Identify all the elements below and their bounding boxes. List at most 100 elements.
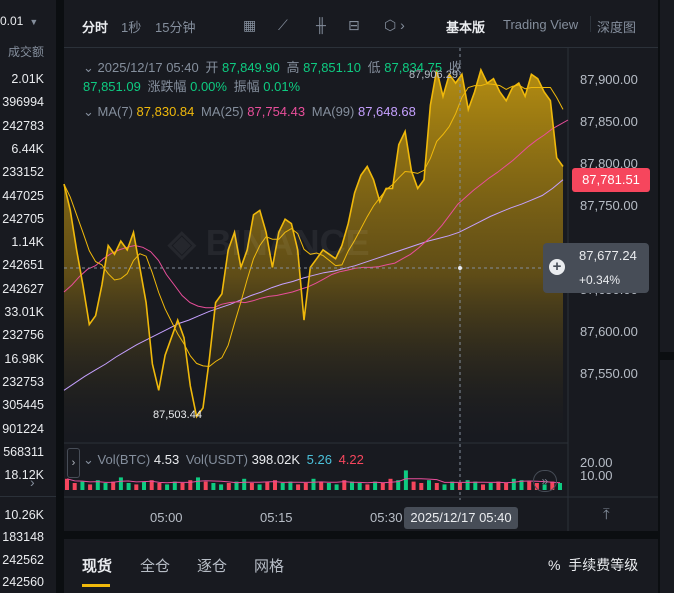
vol-usdt-label: Vol(USDT) (185, 452, 248, 467)
volume-bar (296, 484, 301, 490)
low-label: 低 (367, 60, 381, 75)
right-panel-edge (660, 0, 674, 352)
add-alert-icon[interactable]: + (549, 259, 565, 275)
volume-bar (226, 483, 231, 490)
volume-bar (357, 483, 362, 490)
volume-bar (380, 483, 385, 490)
volume-bar (527, 481, 532, 490)
crosshair-price: 87,677.24 (579, 248, 637, 263)
tab-spot[interactable]: 现货 (82, 555, 112, 576)
price-axis-label: 87,850.00 (580, 114, 638, 129)
right-gutter (658, 0, 674, 593)
fee-level-label: 手续费等级 (568, 557, 639, 573)
volume-bar (157, 483, 162, 490)
price-axis-label: 87,900.00 (580, 72, 638, 87)
expand-button[interactable]: › (67, 448, 80, 478)
price-axis-label: 87,550.00 (580, 366, 638, 381)
volume-bar (373, 481, 378, 490)
ma-info-line: ⌄ MA(7) 87,830.84 MA(25) 87,754.43 MA(99… (83, 104, 416, 120)
vol-ma1-value: 5.26 (306, 452, 332, 467)
volume-bar (249, 483, 254, 490)
volume-bar (511, 478, 516, 490)
volume-bar (280, 483, 285, 490)
price-axis-label: 87,750.00 (580, 198, 638, 213)
watermark-logo: ◈ BINANCE (167, 222, 370, 263)
tab-cross[interactable]: 全仓 (140, 555, 170, 576)
collapse-icon[interactable]: ⌄ (83, 60, 94, 75)
close-value: 87,851.09 (83, 79, 141, 94)
volume-bar (103, 483, 108, 490)
change-value: 0.00% (190, 79, 227, 94)
ma7-label: MA(7) (97, 104, 133, 119)
price-axis-label: 87,600.00 (580, 324, 638, 339)
volume-bar (326, 483, 331, 490)
vol-ma2-value: 4.22 (338, 452, 364, 467)
volume-bar (311, 478, 316, 490)
volume-bar (319, 481, 324, 490)
ma99-value: 87,648.68 (357, 104, 416, 119)
ma99-label: MA(99) (311, 104, 355, 119)
time-axis-label: 05:15 (260, 510, 293, 525)
volume-bar (488, 483, 493, 490)
volume-bar (419, 483, 424, 490)
volume-bar (388, 478, 393, 490)
volume-bar (72, 483, 77, 490)
right-panel-edge (660, 360, 674, 593)
volume-bar (219, 484, 224, 490)
volume-bar (80, 481, 85, 490)
crosshair-dot (458, 266, 462, 270)
fit-screen-icon[interactable]: ⤒ (603, 506, 610, 523)
percent-icon: % (548, 557, 561, 573)
volume-bar (180, 483, 185, 490)
volume-bar (365, 484, 370, 490)
fee-level-link[interactable]: % 手续费等级 (548, 555, 638, 575)
ohlc-info-line1: ⌄ 2025/12/17 05:40 开 87,849.90 高 87,851.… (83, 57, 462, 76)
volume-bar (172, 481, 177, 490)
volume-bar (88, 484, 93, 490)
ohlc-info-line2: 87,851.09 涨跌幅 0.00% 振幅 0.01% (83, 76, 300, 95)
high-value: 87,851.10 (303, 60, 361, 75)
tab-active-underline (82, 584, 110, 587)
amplitude-value: 0.01% (263, 79, 301, 94)
volume-bar (403, 470, 408, 490)
volume-bar (303, 483, 308, 490)
volume-bar (142, 481, 146, 490)
time-axis-label: 05:30 (370, 510, 403, 525)
volume-bar (165, 484, 170, 490)
open-value: 87,849.90 (222, 60, 280, 75)
tab-grid[interactable]: 网格 (254, 555, 284, 576)
volume-bar (257, 484, 262, 490)
trade-tabs: 现货 全仓 逐仓 网格 % 手续费等级 (64, 539, 658, 593)
volume-bar (473, 481, 478, 490)
crosshair-time-tag: 2025/12/17 05:40 (404, 507, 518, 529)
vol-btc-label: Vol(BTC) (97, 452, 151, 467)
open-label: 开 (205, 60, 219, 75)
volume-bar (265, 481, 270, 490)
scroll-latest-button[interactable]: » (533, 470, 557, 492)
volume-bar (188, 480, 193, 490)
volume-info-line: ⌄ Vol(BTC) 4.53 Vol(USDT) 398.02K 5.26 4… (83, 452, 364, 468)
last-price-tag: 87,781.51 (572, 168, 650, 192)
crosshair-percent: +0.34% (579, 273, 621, 287)
volume-bar (242, 478, 247, 490)
volume-bar (411, 481, 416, 490)
volume-bar (196, 477, 200, 490)
collapse-vol-icon[interactable]: ⌄ (83, 452, 94, 467)
volume-bar (427, 480, 431, 490)
volume-bar (288, 481, 293, 490)
time-axis-label: 05:00 (150, 510, 183, 525)
volume-bar (126, 483, 131, 490)
volume-bar (134, 484, 139, 490)
vol-btc-value: 4.53 (153, 452, 180, 467)
volume-bar (496, 481, 501, 490)
volume-bar (442, 484, 447, 490)
ma25-label: MA(25) (201, 104, 244, 119)
vol-usdt-value: 398.02K (251, 452, 301, 467)
volume-bar (203, 481, 208, 490)
tab-isolated[interactable]: 逐仓 (197, 555, 227, 576)
high-label: 高 (286, 60, 300, 75)
collapse-ma-icon[interactable]: ⌄ (83, 104, 94, 119)
vol-axis-label: 10.00 (580, 468, 613, 483)
change-label: 涨跌幅 (147, 79, 187, 94)
volume-bar (465, 480, 470, 490)
